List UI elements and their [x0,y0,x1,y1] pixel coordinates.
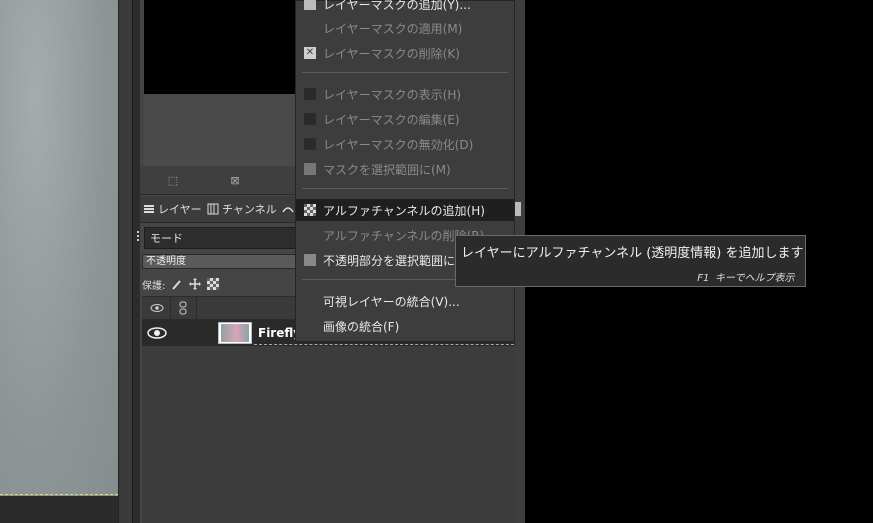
delete-icon: ✕ [304,47,316,59]
menu-item-apply-mask[interactable]: レイヤーマスクの適用(M) [296,17,514,39]
mode-label: モード [150,232,183,245]
menu-item-show-mask[interactable]: レイヤーマスクの表示(H) [296,83,514,105]
paths-icon [282,207,294,213]
lock-alpha-icon[interactable] [207,278,220,290]
menu-separator [302,188,508,189]
menu-item-disable-mask[interactable]: レイヤーマスクの無効化(D) [296,133,514,155]
menu-item-label: レイヤーマスクの削除(K) [323,46,460,61]
menu-item-label: アルファチャンネルの追加(H) [323,203,485,218]
layer-selection-outline [254,344,524,345]
layer-visibility-icon[interactable] [147,326,167,340]
tooltip-hint-text: キーでヘルプ表示 [715,273,795,284]
menu-item-label: 画像の統合(F) [323,319,400,334]
opacity-slider[interactable]: 不透明度 [142,254,309,269]
lock-row: 保護: [142,276,220,292]
menu-item-edit-mask[interactable]: レイヤーマスクの編集(E) [296,108,514,130]
menu-item-flatten-image[interactable]: 画像の統合(F) [296,315,514,337]
tab-channels[interactable]: チャンネル [207,200,277,218]
close-icon[interactable]: ⊠ [228,173,242,187]
menu-item-label: レイヤーマスクの編集(E) [323,112,460,127]
lock-position-icon[interactable] [189,278,202,290]
menu-item-label: レイヤーマスクの適用(M) [323,21,463,36]
layer-boundary [0,494,118,495]
checkbox-icon [304,113,316,125]
layer-thumbnail-image [221,324,249,342]
menu-item-label: 可視レイヤーの統合(V)... [323,294,460,309]
lock-label: 保護: [142,280,166,292]
menu-item-mask-to-selection[interactable]: マスクを選択範囲に(M) [296,158,514,180]
chain-icon[interactable] [178,301,188,315]
menu-item-label: レイヤーマスクの無効化(D) [323,137,474,152]
channels-icon [207,203,219,215]
menu-item-label: レイヤーマスクの追加(Y)... [323,0,471,12]
tooltip-text: レイヤーにアルファチャンネル (透明度情報) を追加します [461,246,804,261]
tooltip-hint-key: F1 [697,273,710,284]
mask-add-icon [304,0,316,10]
menu-item-label: マスクを選択範囲に(M) [323,162,451,177]
alpha-selection-icon [304,254,316,266]
menu-item-add-mask[interactable]: レイヤーマスクの追加(Y)... [296,0,514,15]
menu-item-label: 不透明部分を選択範囲に(H) [323,253,474,268]
menu-separator [302,72,508,73]
layer-list-empty [142,346,525,523]
opacity-label: 不透明度 [146,256,186,267]
checkbox-icon [304,88,316,100]
tab-layers[interactable]: レイヤー [143,200,202,218]
mask-selection-icon [304,163,316,175]
checkbox-icon [304,138,316,150]
lock-pixels-icon[interactable] [171,278,183,290]
mode-select[interactable]: モード [144,227,309,249]
tab-channels-label: チャンネル [222,203,277,216]
eye-icon[interactable] [150,302,164,314]
tab-paths[interactable] [282,200,294,218]
tab-layers-label: レイヤー [158,203,202,216]
menu-item-add-alpha[interactable]: アルファチャンネルの追加(H) [296,199,514,221]
menu-item-merge-visible[interactable]: 可視レイヤーの統合(V)... [296,290,514,312]
tooltip-hint: F1 キーでヘルプ表示 [697,269,794,284]
mode-indicator [137,229,140,244]
alpha-channel-icon [304,204,316,216]
menu-item-delete-mask[interactable]: ✕ レイヤーマスクの削除(K) [296,42,514,64]
layer-context-menu: レイヤーマスクの追加(Y)... レイヤーマスクの適用(M) ✕ レイヤーマスク… [295,0,515,342]
canvas-padding [0,496,118,523]
menu-item-label: レイヤーマスクの表示(H) [323,87,462,102]
layers-icon [144,205,154,213]
canvas-image [0,0,118,496]
vertical-scrollbar[interactable] [118,0,133,523]
select-icon[interactable]: ⬚ [166,173,180,187]
